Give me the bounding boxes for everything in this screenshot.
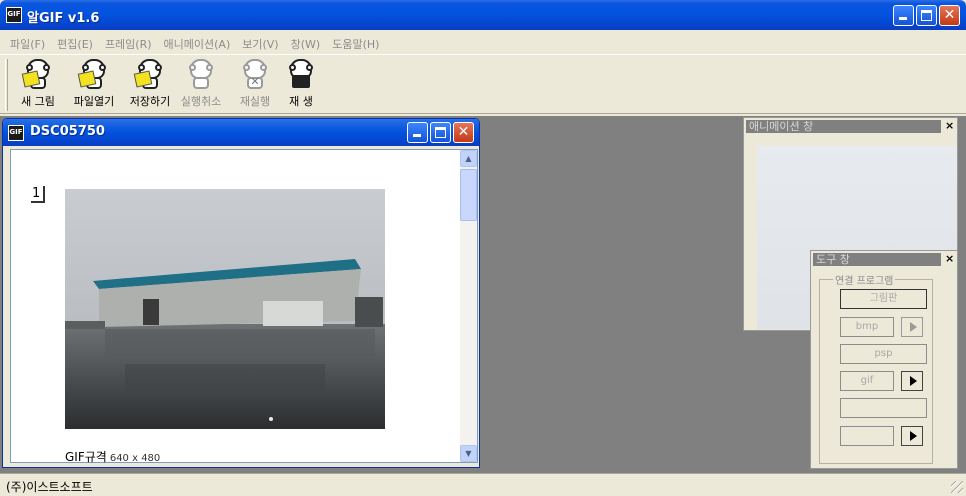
gif-arrow-button[interactable] <box>901 371 923 391</box>
app-gif-icon[interactable]: GIF <box>6 7 22 23</box>
redo-icon: ✕ <box>240 58 270 90</box>
gif-button[interactable]: gif <box>840 371 894 391</box>
toolbar-label: 저장하기 <box>129 95 171 108</box>
new-image-icon <box>21 58 53 90</box>
psp-button[interactable]: psp <box>840 344 927 364</box>
animation-panel-title[interactable]: 애니메이션 창 <box>746 120 941 133</box>
menu-bar: 파일(F) 편집(E) 프레임(R) 애니메이션(A) 보기(V) 창(W) 도… <box>0 33 966 53</box>
menu-frame[interactable]: 프레임(R) <box>99 33 158 53</box>
toolbar-label: 새 그림 <box>21 95 55 108</box>
open-file-button[interactable]: 파일열기 <box>66 58 122 112</box>
vertical-scrollbar[interactable]: ▲ ▼ <box>460 150 477 462</box>
status-text: (주)이스트소프트 <box>6 480 93 494</box>
menu-view[interactable]: 보기(V) <box>236 33 284 53</box>
caption-dimensions: 640 x 480 <box>109 453 161 464</box>
toolbar-label: 재 생 <box>289 95 313 108</box>
toolbar-grip[interactable] <box>5 59 8 111</box>
paint-button[interactable]: 그림판 <box>840 289 927 309</box>
menu-window[interactable]: 창(W) <box>285 33 327 53</box>
document-minimize-button[interactable] <box>407 122 428 143</box>
tools-panel-close-button[interactable]: × <box>945 252 954 265</box>
menu-edit[interactable]: 편집(E) <box>51 33 99 53</box>
window-controls: ✕ <box>893 5 960 26</box>
scroll-up-button[interactable]: ▲ <box>460 150 477 167</box>
frame-number[interactable]: 1 <box>31 186 46 203</box>
close-icon: ✕ <box>457 124 470 140</box>
save-icon <box>133 58 165 90</box>
document-window-controls: ✕ <box>407 122 474 143</box>
tools-panel-title[interactable]: 도구 창 <box>813 253 941 266</box>
program-slot-2-button[interactable] <box>840 426 894 446</box>
maximize-icon <box>921 10 932 21</box>
toolbar-label: 파일열기 <box>73 95 115 108</box>
close-button[interactable]: ✕ <box>939 5 960 26</box>
undo-button[interactable]: 실행취소 <box>173 58 229 112</box>
caption-label: GIF규격 <box>65 450 107 464</box>
document-title: DSC05750 <box>30 124 105 139</box>
menu-file[interactable]: 파일(F) <box>4 33 51 53</box>
document-window: GIF DSC05750 ✕ 1 GIF규격 640 x 480 ▲ ▼ <box>2 118 480 468</box>
open-with-group-label: 연결 프로그램 <box>833 272 896 287</box>
play-button[interactable]: 재 생 <box>273 58 329 112</box>
program-slot-button[interactable] <box>840 398 927 418</box>
bmp-arrow-button[interactable] <box>901 317 923 337</box>
document-close-button[interactable]: ✕ <box>453 122 474 143</box>
play-icon <box>286 58 316 90</box>
title-bar[interactable]: GIF 알GIF v1.6 ✕ <box>0 0 966 30</box>
app-title: 알GIF v1.6 <box>27 11 100 26</box>
document-gif-icon[interactable]: GIF <box>8 125 24 141</box>
minimize-icon <box>899 17 907 20</box>
resize-grip-icon[interactable] <box>951 481 963 493</box>
program-slot-2-arrow-button[interactable] <box>901 426 923 446</box>
maximize-icon <box>435 127 446 138</box>
menu-help[interactable]: 도움말(H) <box>326 33 385 53</box>
maximize-button[interactable] <box>916 5 937 26</box>
document-maximize-button[interactable] <box>430 122 451 143</box>
tools-panel: 도구 창 × 연결 프로그램 그림판 bmp psp gif <box>810 250 958 469</box>
frame-thumbnail[interactable] <box>65 189 385 429</box>
minimize-button[interactable] <box>893 5 914 26</box>
scroll-thumb[interactable] <box>460 169 477 221</box>
scroll-down-button[interactable]: ▼ <box>460 445 477 462</box>
app-window: GIF 알GIF v1.6 ✕ 파일(F) 편집(E) 프레임(R) 애니메이션… <box>0 0 966 496</box>
undo-icon <box>186 58 216 90</box>
bmp-button[interactable]: bmp <box>840 317 894 337</box>
open-file-icon <box>77 58 109 90</box>
document-title-bar[interactable]: GIF DSC05750 ✕ <box>3 119 479 146</box>
frame-canvas[interactable]: 1 GIF규격 640 x 480 ▲ ▼ <box>10 149 478 465</box>
close-icon: ✕ <box>943 7 956 23</box>
menu-animation[interactable]: 애니메이션(A) <box>158 33 237 53</box>
toolbar: 새 그림 파일열기 저장하기 실행취소 ✕ 재실행 재 생 <box>0 54 966 114</box>
status-bar: (주)이스트소프트 <box>0 473 966 496</box>
animation-panel-close-button[interactable]: × <box>945 119 954 132</box>
save-button[interactable]: 저장하기 <box>122 58 178 112</box>
toolbar-label: 실행취소 <box>180 95 222 108</box>
frame-caption: GIF규격 640 x 480 <box>65 448 160 465</box>
minimize-icon <box>413 134 421 137</box>
new-image-button[interactable]: 새 그림 <box>10 58 66 112</box>
